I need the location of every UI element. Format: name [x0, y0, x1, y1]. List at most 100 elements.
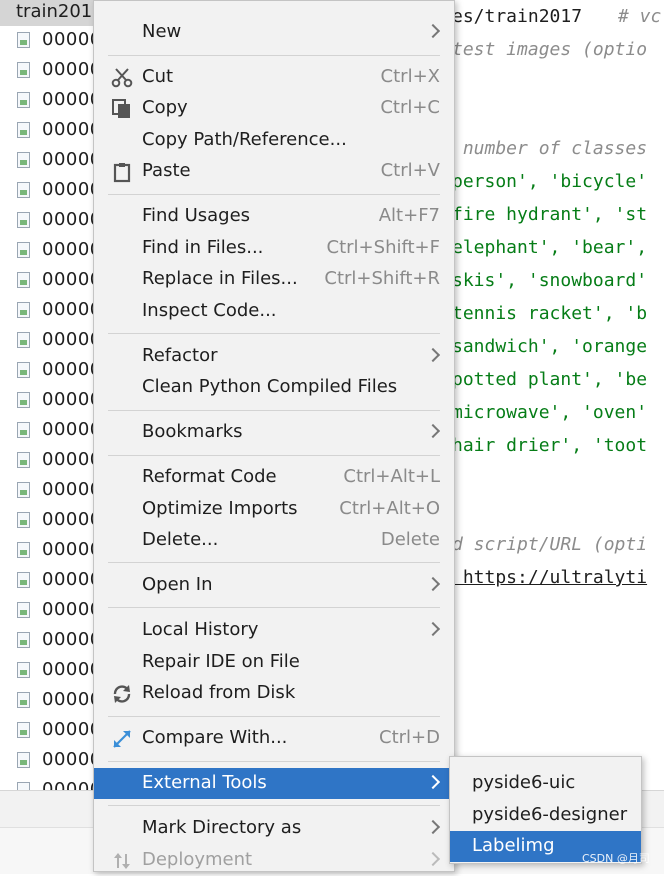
menu-item-copy[interactable]: Copy Ctrl+C — [94, 93, 454, 124]
menu-item-label: Find Usages — [142, 205, 251, 226]
menu-item-label: Copy Path/Reference... — [142, 129, 347, 150]
image-file-icon — [17, 512, 30, 528]
menu-separator — [108, 716, 440, 717]
menu-item-find-usages[interactable]: Find Usages Alt+F7 — [94, 201, 454, 232]
image-file-icon — [17, 332, 30, 348]
menu-item-deployment: Deployment — [94, 845, 454, 876]
image-file-icon — [17, 92, 30, 108]
image-file-icon — [17, 242, 30, 258]
image-file-icon — [17, 362, 30, 378]
menu-item-local-history[interactable]: Local History — [94, 615, 454, 646]
menu-item-clean-python-compiled-files[interactable]: Clean Python Compiled Files — [94, 372, 454, 403]
menu-item-label: Bookmarks — [142, 421, 243, 442]
menu-item-optimize-imports[interactable]: Optimize Imports Ctrl+Alt+O — [94, 494, 454, 525]
menu-item-label: Optimize Imports — [142, 498, 298, 519]
menu-item-new[interactable]: New — [94, 17, 454, 48]
folder-name: train2017 — [16, 1, 104, 22]
menu-item-replace-in-files[interactable]: Replace in Files... Ctrl+Shift+R — [94, 264, 454, 295]
menu-item-label: Replace in Files... — [142, 268, 298, 289]
code-line: hair drier', 'toot — [452, 435, 648, 456]
chevron-right-icon — [425, 23, 441, 39]
menu-item-shortcut: Ctrl+Shift+F — [326, 237, 440, 258]
image-file-icon — [17, 782, 30, 790]
menu-item-find-in-files[interactable]: Find in Files... Ctrl+Shift+F — [94, 233, 454, 264]
menu-item-label: Repair IDE on File — [142, 651, 300, 672]
menu-item-shortcut: Ctrl+C — [380, 97, 440, 118]
image-file-icon — [17, 542, 30, 558]
menu-item-cut[interactable]: Cut Ctrl+X — [94, 62, 454, 93]
image-file-icon — [17, 212, 30, 228]
code-line: https://ultralyti — [452, 567, 648, 588]
menu-item-label: Deployment — [142, 849, 253, 870]
code-line: d script/URL (opti — [452, 534, 648, 555]
menu-item-refactor[interactable]: Refactor — [94, 341, 454, 372]
submenu-item-label: Labelimg — [472, 835, 555, 856]
watermark: CSDN @月司 — [582, 852, 650, 865]
paste-icon — [111, 161, 133, 183]
menu-item-mark-directory-as[interactable]: Mark Directory as — [94, 813, 454, 844]
image-file-icon — [17, 32, 30, 48]
image-file-icon — [17, 602, 30, 618]
image-file-icon — [17, 662, 30, 678]
image-file-icon — [17, 422, 30, 438]
menu-item-label: Reformat Code — [142, 466, 277, 487]
context-menu: New Cut Ctrl+X Copy Ctrl+C Copy Path/Referenc… — [93, 0, 455, 872]
submenu-item-pyside6-designer[interactable]: pyside6-designer — [450, 800, 641, 831]
image-file-icon — [17, 482, 30, 498]
menu-item-paste[interactable]: Paste Ctrl+V — [94, 156, 454, 187]
image-file-icon — [17, 302, 30, 318]
menu-separator — [108, 607, 440, 608]
menu-item-shortcut: Ctrl+D — [379, 727, 440, 748]
submenu-item-pyside6-uic[interactable]: pyside6-uic — [450, 768, 641, 799]
image-file-icon — [17, 752, 30, 768]
code-line: es/train2017 — [452, 6, 604, 27]
menu-item-label: Inspect Code... — [142, 300, 277, 321]
menu-item-inspect-code[interactable]: Inspect Code... — [94, 296, 454, 327]
compare-icon — [111, 728, 133, 750]
chevron-right-icon — [425, 621, 441, 637]
image-file-icon — [17, 182, 30, 198]
image-file-icon — [17, 632, 30, 648]
menu-item-repair-ide-on-file[interactable]: Repair IDE on File — [94, 647, 454, 678]
menu-item-delete[interactable]: Delete... Delete — [94, 525, 454, 556]
menu-item-label: Clean Python Compiled Files — [142, 376, 398, 397]
chevron-right-icon — [425, 774, 441, 790]
menu-item-label: Refactor — [142, 345, 218, 366]
copy-icon — [111, 98, 133, 120]
menu-separator — [108, 55, 440, 56]
menu-item-label: Paste — [142, 160, 191, 181]
menu-separator — [108, 410, 440, 411]
image-file-icon — [17, 392, 30, 408]
menu-item-label: Copy — [142, 97, 188, 118]
code-line: elephant', 'bear', — [452, 237, 648, 258]
menu-item-label: Open In — [142, 574, 213, 595]
menu-item-label: Mark Directory as — [142, 817, 302, 838]
submenu-item-label: pyside6-designer — [472, 804, 628, 825]
image-file-icon — [17, 692, 30, 708]
menu-separator — [108, 194, 440, 195]
code-line: test images (optio — [452, 39, 648, 60]
chevron-right-icon — [425, 851, 441, 867]
menu-item-shortcut: Ctrl+V — [380, 160, 440, 181]
menu-item-external-tools[interactable]: External Tools — [94, 768, 454, 799]
menu-item-open-in[interactable]: Open In — [94, 570, 454, 601]
menu-item-reload-from-disk[interactable]: Reload from Disk — [94, 678, 454, 709]
code-line: tennis racket', 'b — [452, 303, 648, 324]
code-line: number of classes — [452, 138, 648, 159]
code-line: sandwich', 'orange — [452, 336, 648, 357]
menu-item-copy-path-reference[interactable]: Copy Path/Reference... — [94, 125, 454, 156]
menu-item-label: Local History — [142, 619, 259, 640]
external-tools-submenu: pyside6-uic pyside6-designer Labelimg — [449, 756, 642, 864]
menu-item-bookmarks[interactable]: Bookmarks — [94, 417, 454, 448]
image-file-icon — [17, 452, 30, 468]
menu-item-reformat-code[interactable]: Reformat Code Ctrl+Alt+L — [94, 462, 454, 493]
menu-item-label: Compare With... — [142, 727, 288, 748]
menu-item-shortcut: Ctrl+Alt+L — [343, 466, 440, 487]
menu-item-label: Delete... — [142, 529, 219, 550]
menu-item-label: Cut — [142, 66, 174, 87]
chevron-right-icon — [425, 347, 441, 363]
image-file-icon — [17, 272, 30, 288]
image-file-icon — [17, 572, 30, 588]
menu-item-compare-with[interactable]: Compare With... Ctrl+D — [94, 723, 454, 754]
menu-separator — [108, 333, 440, 334]
